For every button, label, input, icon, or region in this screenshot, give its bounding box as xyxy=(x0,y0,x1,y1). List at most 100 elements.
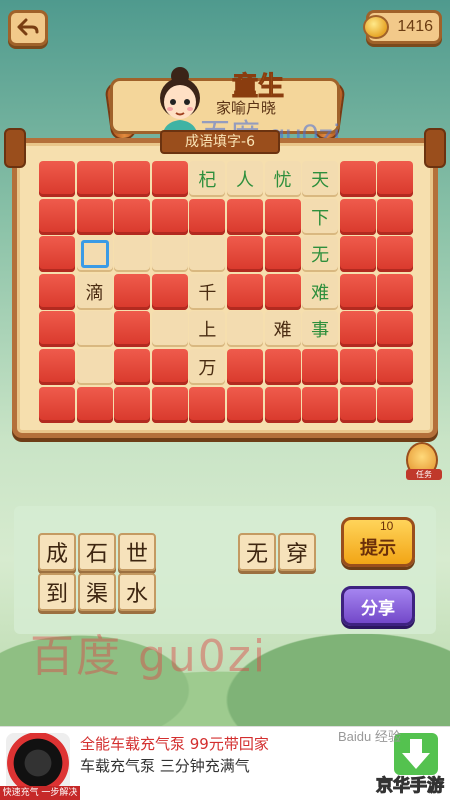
blocked-cell xyxy=(39,386,75,423)
blocked-cell xyxy=(39,198,75,235)
choice-group-left: 成石世到渠水 xyxy=(38,533,156,611)
blocked-cell xyxy=(377,348,414,385)
board-cap-left xyxy=(4,128,26,168)
blocked-cell xyxy=(377,311,414,348)
choice-tile[interactable]: 世 xyxy=(118,533,156,571)
blocked-cell xyxy=(339,236,376,273)
blocked-cell xyxy=(189,198,226,235)
filled-cell[interactable]: 无 xyxy=(302,236,339,273)
filled-cell[interactable]: 忧 xyxy=(264,161,301,197)
board-cap-right xyxy=(424,128,446,168)
choice-tile[interactable]: 渠 xyxy=(78,573,116,611)
blocked-cell xyxy=(114,311,151,348)
hint-cost: 10 xyxy=(380,519,394,533)
hint-button[interactable]: 提示 xyxy=(341,517,415,567)
blocked-cell xyxy=(114,386,151,423)
blocked-cell xyxy=(114,198,151,235)
blocked-cell xyxy=(302,348,339,385)
blocked-cell xyxy=(39,236,75,273)
filled-cell[interactable]: 万 xyxy=(189,348,226,385)
blocked-cell xyxy=(339,386,376,423)
blocked-cell xyxy=(39,311,75,348)
task-badge-label: 任务 xyxy=(406,469,442,480)
ad-subline: 车载充气泵 三分钟充满气 xyxy=(80,757,250,775)
blocked-cell xyxy=(377,198,414,235)
blocked-cell xyxy=(189,386,226,423)
filled-cell[interactable]: 事 xyxy=(302,311,339,348)
corner-logo: 京华手游 xyxy=(376,776,445,797)
filled-cell[interactable]: 下 xyxy=(302,198,339,235)
baidu-brand: Baidu 经验 xyxy=(338,729,401,744)
gold-ingot-icon xyxy=(363,15,389,39)
blocked-cell xyxy=(339,198,376,235)
choice-tile[interactable]: 穿 xyxy=(278,533,316,571)
filled-cell[interactable]: 上 xyxy=(189,311,226,348)
filled-cell[interactable]: 人 xyxy=(226,161,263,197)
blocked-cell xyxy=(339,273,376,310)
blocked-cell xyxy=(76,198,113,235)
empty-cell[interactable] xyxy=(114,236,151,273)
empty-cell[interactable] xyxy=(76,311,113,348)
blocked-cell xyxy=(151,161,188,197)
blocked-cell xyxy=(226,386,263,423)
blocked-cell xyxy=(377,161,414,197)
blocked-cell xyxy=(377,273,414,310)
filled-cell[interactable]: 千 xyxy=(189,273,226,310)
choice-tile[interactable]: 石 xyxy=(78,533,116,571)
filled-cell[interactable]: 杞 xyxy=(189,161,226,197)
puzzle-grid: 杞人忧天下无滴千难上难事万 xyxy=(39,161,414,423)
blocked-cell xyxy=(264,348,301,385)
blocked-cell xyxy=(151,386,188,423)
blocked-cell xyxy=(226,348,263,385)
blocked-cell xyxy=(39,348,75,385)
empty-cell[interactable] xyxy=(189,236,226,273)
ad-caption: 快速充气 一步解决 xyxy=(0,786,80,800)
blocked-cell xyxy=(226,273,263,310)
filled-cell[interactable]: 难 xyxy=(302,273,339,310)
choice-tile[interactable]: 到 xyxy=(38,573,76,611)
blocked-cell xyxy=(151,273,188,310)
filled-cell[interactable]: 难 xyxy=(264,311,301,348)
share-label: 分享 xyxy=(361,598,395,619)
blocked-cell xyxy=(264,236,301,273)
empty-cell[interactable] xyxy=(226,311,263,348)
blocked-cell xyxy=(114,348,151,385)
blocked-cell xyxy=(339,348,376,385)
task-badge[interactable]: 任务 xyxy=(406,442,442,480)
back-button[interactable] xyxy=(8,10,48,46)
ad-headline: 全能车载充气泵 99元带回家 xyxy=(80,735,269,753)
blocked-cell xyxy=(377,236,414,273)
blocked-cell xyxy=(226,236,263,273)
blocked-cell xyxy=(76,386,113,423)
share-button[interactable]: 分享 xyxy=(341,586,415,626)
watermark-bottom: 百度 gu0zi xyxy=(30,631,268,682)
blocked-cell xyxy=(377,386,414,423)
coin-count: 1416 xyxy=(397,18,433,35)
coin-counter[interactable]: 1416 xyxy=(363,10,442,44)
blocked-cell xyxy=(151,348,188,385)
level-tag: 成语填字-6 xyxy=(160,130,280,154)
blocked-cell xyxy=(264,386,301,423)
choice-tile[interactable]: 无 xyxy=(238,533,276,571)
blocked-cell xyxy=(339,311,376,348)
blocked-cell xyxy=(39,161,75,197)
empty-cell[interactable] xyxy=(76,236,113,273)
empty-cell[interactable] xyxy=(151,311,188,348)
air-pump-image xyxy=(6,733,70,793)
filled-cell[interactable]: 天 xyxy=(302,161,339,197)
choice-tile[interactable]: 水 xyxy=(118,573,156,611)
blocked-cell xyxy=(226,198,263,235)
empty-cell[interactable] xyxy=(151,236,188,273)
empty-cell[interactable] xyxy=(76,348,113,385)
blocked-cell xyxy=(76,161,113,197)
blocked-cell xyxy=(302,386,339,423)
blocked-cell xyxy=(114,161,151,197)
choice-tile[interactable]: 成 xyxy=(38,533,76,571)
choice-group-right: 无穿 xyxy=(238,533,316,571)
blocked-cell xyxy=(264,198,301,235)
blocked-cell xyxy=(339,161,376,197)
filled-cell[interactable]: 滴 xyxy=(76,273,113,310)
back-arrow-icon xyxy=(17,18,39,36)
blocked-cell xyxy=(264,273,301,310)
blocked-cell xyxy=(39,273,75,310)
